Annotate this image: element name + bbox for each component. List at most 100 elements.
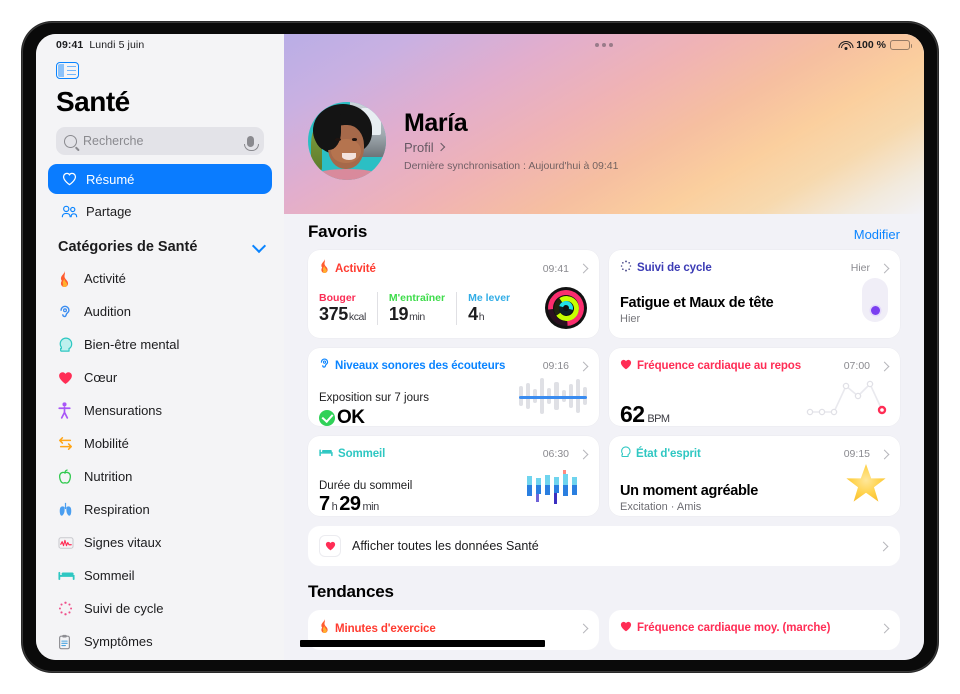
microphone-icon[interactable]	[244, 135, 259, 151]
check-circle-icon	[319, 410, 335, 426]
sleep-stages-chart	[523, 468, 585, 506]
sidebar-item-nutrition[interactable]: Nutrition	[58, 460, 278, 493]
category-label: Nutrition	[84, 469, 133, 484]
card-activite[interactable]: Activité 09:41 Bouger 375kcal M'entraîne…	[308, 250, 599, 338]
trends-title: Tendances	[308, 582, 394, 601]
ipad-screen: 09:41 Lundi 5 juin Santé Recherche Résumé	[36, 34, 924, 660]
sidebar-item-activite[interactable]: Activité	[58, 262, 278, 295]
status-time: 09:41	[56, 39, 84, 51]
flame-icon	[319, 619, 330, 638]
heart-icon	[320, 536, 340, 556]
hr-unit: BPM	[647, 413, 670, 425]
search-placeholder: Recherche	[83, 134, 144, 148]
card-timestamp: 06:30	[542, 448, 569, 460]
sidebar-item-bien-etre-mental[interactable]: Bien-être mental	[58, 328, 278, 361]
audio-levels-chart	[519, 376, 587, 416]
sidebar-item-audition[interactable]: Audition	[58, 295, 278, 328]
metric-unit: min	[409, 311, 425, 323]
profile-header[interactable]: María Profil Dernière synchronisation : …	[308, 102, 618, 180]
sidebar-item-partage[interactable]: Partage	[48, 196, 272, 226]
chevron-down-icon[interactable]	[251, 238, 267, 253]
categories-header-label: Catégories de Santé	[58, 239, 198, 255]
sidebar-item-signes-vitaux[interactable]: Signes vitaux	[58, 526, 278, 559]
head-profile-icon	[620, 445, 631, 463]
card-niveaux-sonores[interactable]: Niveaux sonores des écouteurs 09:16 Expo…	[308, 348, 599, 428]
waveform-icon	[58, 536, 84, 550]
body-figure-icon	[58, 402, 84, 419]
sidebar: 09:41 Lundi 5 juin Santé Recherche Résumé	[36, 34, 284, 660]
main-content: 100 % María Profil Dernière synchronisat…	[284, 34, 924, 660]
sidebar-item-mensurations[interactable]: Mensurations	[58, 394, 278, 427]
card-suivi-de-cycle[interactable]: Suivi de cycle Hier Fatigue et Maux de t…	[609, 250, 900, 338]
chevron-right-icon	[578, 623, 589, 634]
category-label: Signes vitaux	[84, 535, 162, 550]
edit-favorites-button[interactable]: Modifier	[854, 227, 900, 242]
sidebar-item-coeur[interactable]: Cœur	[58, 361, 278, 394]
apple-icon	[58, 468, 84, 485]
card-etat-desprit[interactable]: État d'esprit 09:15 Un moment agréable E…	[609, 436, 900, 516]
categories-header[interactable]: Catégories de Santé	[58, 238, 268, 255]
metric-value: 4	[468, 304, 478, 324]
page-title: Santé	[56, 86, 130, 117]
category-list: Activité Audition Bien-être mental Cœur …	[58, 262, 278, 658]
metric-unit: h	[478, 311, 485, 323]
chevron-right-icon	[578, 263, 589, 274]
sidebar-nav: Résumé Partage	[48, 164, 272, 228]
flame-icon	[58, 270, 84, 287]
metric-value: 375	[319, 304, 348, 324]
sidebar-item-respiration[interactable]: Respiration	[58, 493, 278, 526]
card-title: État d'esprit	[636, 448, 701, 460]
heart-rate-line-chart	[802, 376, 890, 418]
trend-card-frequence-cardiaque-marche[interactable]: Fréquence cardiaque moy. (marche)	[609, 610, 900, 650]
card-sommeil[interactable]: Sommeil 06:30 Durée du sommeil 7 h 29 min	[308, 436, 599, 516]
clipboard-icon	[58, 634, 84, 650]
sleep-hours: 7	[319, 493, 330, 515]
category-label: Activité	[84, 271, 126, 286]
card-timestamp: 09:15	[843, 448, 870, 460]
multitasking-dots-icon[interactable]	[595, 43, 613, 47]
sleep-minutes-unit: min	[362, 501, 380, 513]
last-sync-text: Dernière synchronisation : Aujourd'hui à…	[404, 159, 619, 172]
sleep-hours-unit: h	[331, 501, 338, 513]
search-input[interactable]: Recherche	[56, 127, 264, 155]
battery-full-icon	[890, 40, 912, 50]
sidebar-item-label: Partage	[86, 203, 132, 219]
status-bar-left: 09:41 Lundi 5 juin	[56, 39, 144, 51]
chevron-right-icon	[879, 623, 890, 633]
favorites-header: Favoris Modifier	[308, 222, 900, 242]
profile-link[interactable]: Profil	[404, 140, 618, 155]
sidebar-item-mobilite[interactable]: Mobilité	[58, 427, 278, 460]
sidebar-item-suivi-de-cycle[interactable]: Suivi de cycle	[58, 592, 278, 625]
favorites-title: Favoris	[308, 222, 368, 241]
avatar[interactable]	[308, 102, 386, 180]
card-title: Activité	[335, 262, 376, 275]
metric-mentrainer: M'entraîner 19min	[388, 292, 458, 325]
category-label: Sommeil	[84, 568, 135, 583]
category-label: Bien-être mental	[84, 337, 180, 352]
chevron-right-icon	[879, 449, 890, 459]
card-title: Fréquence cardiaque au repos	[637, 360, 802, 372]
sidebar-item-symptomes[interactable]: Symptômes	[58, 625, 278, 658]
category-label: Cœur	[84, 370, 118, 385]
cycle-icon	[620, 259, 632, 277]
show-all-health-data-row[interactable]: Afficher toutes les données Santé	[308, 526, 900, 566]
metric-value: 19	[388, 304, 409, 324]
card-timestamp: Hier	[850, 262, 870, 274]
sidebar-item-sommeil[interactable]: Sommeil	[58, 559, 278, 592]
metric-label: M'entraîner	[388, 292, 446, 304]
two-people-icon	[58, 205, 80, 218]
sidebar-toggle-icon[interactable]	[56, 62, 79, 79]
flame-icon	[319, 259, 330, 278]
card-frequence-cardiaque-repos[interactable]: Fréquence cardiaque au repos 07:00 62 BPM	[609, 348, 900, 427]
ipad-device: 09:41 Lundi 5 juin Santé Recherche Résumé	[22, 22, 938, 672]
metric-bouger: Bouger 375kcal	[319, 292, 378, 325]
wifi-icon	[838, 40, 854, 50]
search-icon	[64, 134, 77, 148]
card-timestamp: 09:41	[542, 262, 569, 275]
category-label: Respiration	[84, 502, 150, 517]
cycle-day-indicator	[862, 278, 888, 322]
ear-icon	[319, 357, 330, 375]
sidebar-item-resume[interactable]: Résumé	[48, 164, 272, 194]
status-bar-right: 100 %	[838, 39, 912, 51]
head-profile-icon	[58, 337, 84, 353]
